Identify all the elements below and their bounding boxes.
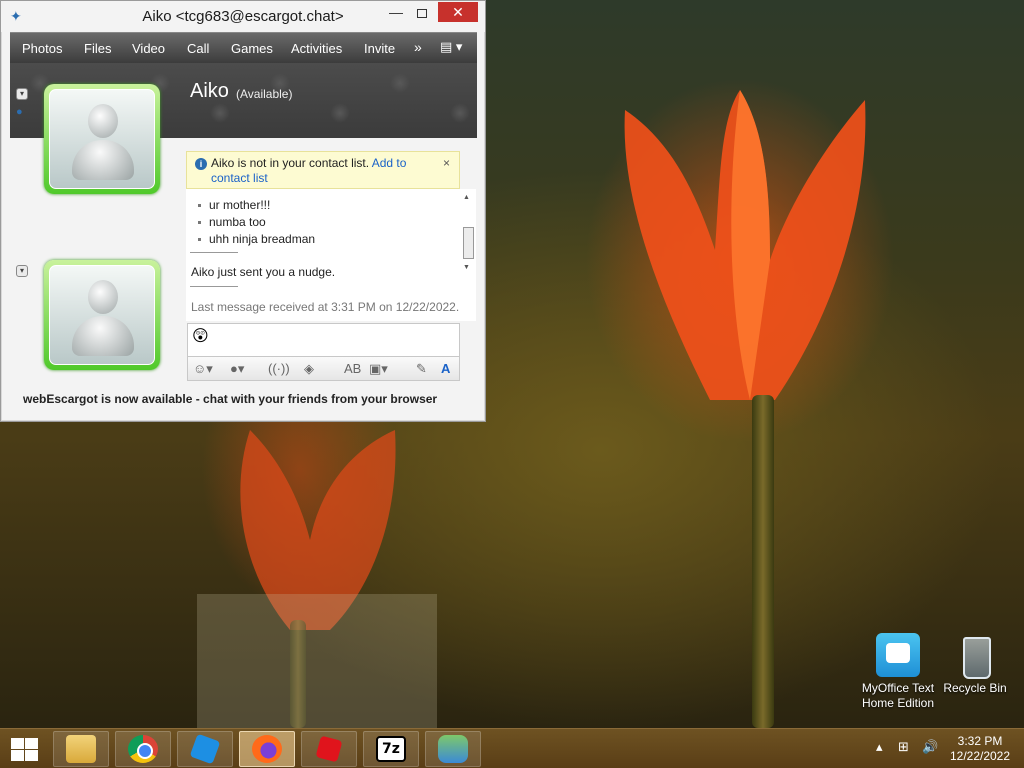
my-avatar[interactable]: [44, 260, 160, 370]
tools-dropdown-icon[interactable]: ▤ ▾: [440, 39, 462, 55]
menu-invite[interactable]: Invite: [364, 41, 395, 56]
default-user-icon: [49, 265, 155, 365]
title-bar[interactable]: ✦ Aiko <tcg683@escargot.chat> — ✕: [1, 1, 485, 32]
menu-more-chevron-icon[interactable]: »: [414, 39, 422, 55]
desktop-icon-recycle-bin[interactable]: Recycle Bin: [935, 633, 1015, 696]
roblox-studio-icon: [189, 733, 221, 765]
minimize-button[interactable]: —: [384, 2, 408, 22]
last-message-timestamp: Last message received at 3:31 PM on 12/2…: [191, 300, 460, 314]
roblox-icon: [315, 735, 343, 763]
taskbar-messenger[interactable]: [425, 731, 481, 767]
infobar-close-icon[interactable]: ×: [443, 156, 450, 170]
message-item: numba too: [196, 214, 315, 231]
menu-activities[interactable]: Activities: [291, 41, 342, 56]
scroll-up-icon[interactable]: ▲: [463, 194, 470, 201]
menu-bar: Photos Files Video Call Games Activities…: [10, 32, 477, 63]
seven-zip-icon: 7z: [376, 736, 406, 762]
taskbar: 7z ▴ ⊞ 🔊 3:32 PM 12/22/2022: [0, 728, 1024, 768]
system-clock[interactable]: 3:32 PM 12/22/2022: [945, 734, 1015, 764]
taskbar-firefox[interactable]: [239, 731, 295, 767]
not-in-contacts-infobar: i Aiko is not in your contact list. Add …: [186, 151, 460, 189]
taskbar-7zip[interactable]: 7z: [363, 731, 419, 767]
menu-files[interactable]: Files: [84, 41, 111, 56]
message-item: ur mother!!!: [196, 197, 315, 214]
collapse-arrow-icon[interactable]: ▾: [16, 265, 28, 277]
messenger-icon: [438, 735, 468, 763]
firefox-icon: [252, 735, 282, 763]
desktop-icon-myoffice[interactable]: MyOffice Text Home Edition: [858, 633, 938, 711]
scroll-down-icon[interactable]: ▼: [463, 264, 470, 271]
desktop-icon-label: MyOffice Text: [861, 681, 935, 695]
network-icon[interactable]: ⊞: [898, 739, 909, 755]
handwriting-icon[interactable]: ✎: [416, 361, 427, 377]
message-list: ur mother!!! numba too uhh ninja breadma…: [196, 197, 315, 248]
font-style-icon[interactable]: A: [441, 361, 450, 376]
backgrounds-icon[interactable]: ▣▾: [369, 361, 388, 377]
tulip-flower-large: [624, 90, 866, 400]
recycle-bin-icon: [953, 633, 997, 679]
message-item: uhh ninja breadman: [196, 231, 315, 248]
file-explorer-icon: [66, 735, 96, 763]
infobar-text: Aiko is not in your contact list.: [211, 156, 370, 170]
contact-name: Aiko: [190, 80, 229, 102]
menu-video[interactable]: Video: [132, 41, 165, 56]
webescargot-status-line[interactable]: webEscargot is now available - chat with…: [23, 392, 437, 406]
clock-time: 3:32 PM: [957, 734, 1003, 748]
menu-photos[interactable]: Photos: [22, 41, 62, 56]
show-hidden-icons-chevron-icon[interactable]: ▴: [876, 739, 883, 755]
taskbar-roblox-studio[interactable]: [177, 731, 233, 767]
close-button[interactable]: ✕: [438, 2, 478, 22]
info-icon: i: [195, 158, 207, 170]
clock-date: 12/22/2022: [949, 749, 1011, 763]
message-separator: [190, 252, 238, 253]
menu-call[interactable]: Call: [187, 41, 209, 56]
contact-avatar[interactable]: [44, 84, 160, 194]
wink-picker-icon[interactable]: ●▾: [230, 361, 244, 377]
maximize-button[interactable]: [410, 2, 434, 22]
desktop-icon-label: Recycle Bin: [943, 681, 1007, 695]
taskbar-file-explorer[interactable]: [53, 731, 109, 767]
menu-games[interactable]: Games: [231, 41, 273, 56]
conversation-scrollbar[interactable]: ▲ ▼: [461, 194, 475, 274]
volume-icon[interactable]: 🔊: [922, 739, 938, 755]
tulip-stem-large: [752, 395, 774, 728]
desktop-icon-label: Home Edition: [861, 696, 935, 710]
start-button[interactable]: [9, 737, 39, 761]
taskbar-chrome[interactable]: [115, 731, 171, 767]
voice-clip-icon[interactable]: ◈: [304, 361, 314, 377]
nudge-icon[interactable]: ((·)): [268, 361, 290, 376]
chat-window: ✦ Aiko <tcg683@escargot.chat> — ✕ Photos…: [0, 0, 486, 422]
taskbar-roblox[interactable]: [301, 731, 357, 767]
contact-status: (Available): [236, 87, 293, 101]
message-separator: [190, 286, 238, 287]
window-preview-ghost: [197, 594, 437, 728]
maximize-icon: [417, 9, 427, 18]
default-user-icon: [49, 89, 155, 189]
webcam-icon[interactable]: ●: [16, 106, 28, 120]
nudge-notice: Aiko just sent you a nudge.: [191, 265, 336, 279]
emoticon-picker-icon[interactable]: ☺▾: [193, 361, 213, 377]
collapse-arrow-icon[interactable]: ▾: [16, 88, 28, 100]
scroll-thumb[interactable]: [463, 227, 474, 259]
compose-toolbar: ☺▾ ●▾ ((·)) ◈ AB ▣▾ ✎ A: [187, 356, 460, 381]
font-spell-icon[interactable]: AB: [344, 361, 361, 376]
surprised-emoticon: 😲: [192, 328, 209, 345]
chrome-icon: [128, 735, 158, 763]
conversation-history: ur mother!!! numba too uhh ninja breadma…: [186, 189, 476, 321]
myoffice-icon: [876, 633, 920, 677]
